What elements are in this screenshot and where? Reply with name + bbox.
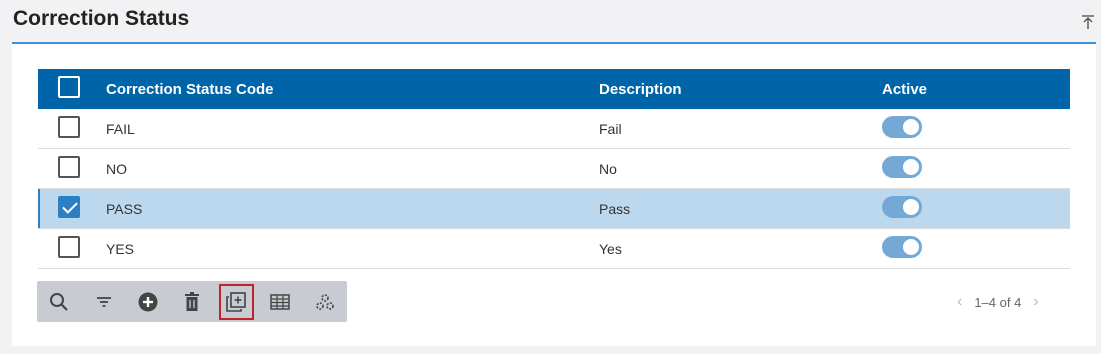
- grid-body: FAIL Fail NO No PASS Pass YES Yes: [38, 109, 1070, 269]
- row-checkbox[interactable]: [58, 196, 80, 218]
- row-checkbox[interactable]: [58, 116, 80, 138]
- table-row[interactable]: YES Yes: [38, 229, 1070, 269]
- delete-button[interactable]: [170, 281, 214, 322]
- cell-description: No: [599, 160, 617, 177]
- active-toggle[interactable]: [882, 196, 922, 218]
- filter-icon: [96, 296, 111, 307]
- add-button[interactable]: [126, 281, 170, 322]
- column-header-active[interactable]: Active: [882, 81, 1070, 98]
- column-header-code[interactable]: Correction Status Code: [106, 81, 599, 98]
- pagination: ‹ 1–4 of 4 ›: [957, 292, 1039, 312]
- data-grid: Correction Status Code Description Activ…: [38, 69, 1070, 269]
- cell-description: Fail: [599, 120, 622, 137]
- row-checkbox[interactable]: [58, 236, 80, 258]
- column-header-description[interactable]: Description: [599, 81, 882, 98]
- cell-code: NO: [106, 160, 127, 177]
- cell-description: Pass: [599, 200, 631, 217]
- prev-page-icon[interactable]: ‹: [957, 293, 962, 311]
- copy-button[interactable]: [218, 283, 256, 321]
- cell-code: PASS: [106, 200, 143, 217]
- active-toggle[interactable]: [882, 156, 922, 178]
- settings-icon: [316, 293, 334, 310]
- cell-code: YES: [106, 240, 135, 257]
- search-icon: [50, 292, 68, 311]
- cell-description: Yes: [599, 240, 622, 257]
- table-row[interactable]: FAIL Fail: [38, 109, 1070, 149]
- delete-icon: [185, 291, 200, 311]
- page-title: Correction Status: [13, 7, 190, 30]
- add-icon: [138, 292, 158, 311]
- grid-toolbar: [37, 281, 347, 322]
- page-range: 1–4 of 4: [974, 294, 1022, 310]
- next-page-icon[interactable]: ›: [1033, 293, 1038, 311]
- collapse-top-icon[interactable]: [1081, 14, 1095, 30]
- filter-button[interactable]: [81, 281, 125, 322]
- settings-button[interactable]: [303, 281, 347, 322]
- table-row[interactable]: NO No: [38, 149, 1070, 189]
- active-toggle[interactable]: [882, 236, 922, 258]
- grid-header-row: Correction Status Code Description Activ…: [38, 69, 1070, 109]
- grid-view-icon: [270, 293, 291, 310]
- page-header: Correction Status: [0, 0, 1101, 44]
- select-all-checkbox[interactable]: [58, 76, 80, 98]
- row-checkbox[interactable]: [58, 156, 80, 178]
- grid-view-button[interactable]: [258, 281, 302, 322]
- cell-code: FAIL: [106, 120, 135, 137]
- table-row[interactable]: PASS Pass: [38, 189, 1070, 229]
- copy-icon: [226, 291, 247, 312]
- search-button[interactable]: [37, 281, 81, 322]
- active-toggle[interactable]: [882, 116, 922, 138]
